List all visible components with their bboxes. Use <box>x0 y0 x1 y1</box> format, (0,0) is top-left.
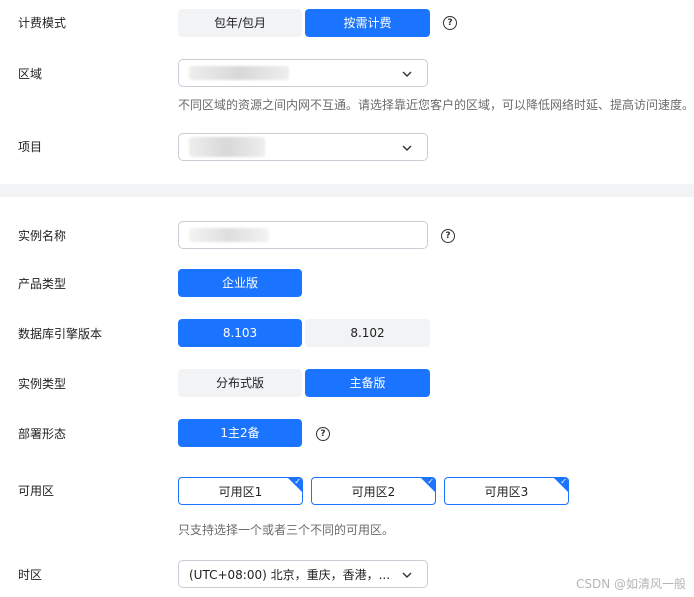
instance-name-label: 实例名称 <box>18 229 67 243</box>
instance-type-option-distributed[interactable]: 分布式版 <box>178 369 302 397</box>
deploy-form-label: 部署形态 <box>18 427 67 441</box>
instance-name-value-redacted <box>189 228 269 242</box>
zone-option-1[interactable]: 可用区1 ✓ <box>178 477 303 505</box>
billing-option-yearly-monthly[interactable]: 包年/包月 <box>178 9 302 37</box>
timezone-select[interactable]: (UTC+08:00) 北京，重庆，香港，... <box>178 560 428 588</box>
zone-option-3-label: 可用区3 <box>484 484 529 499</box>
engine-version-option-8102[interactable]: 8.102 <box>305 319 430 347</box>
section-divider <box>0 184 694 197</box>
check-icon: ✓ <box>294 477 301 486</box>
question-circle-icon[interactable]: ? <box>441 229 455 243</box>
region-value-redacted <box>189 66 289 80</box>
region-select[interactable] <box>178 59 428 87</box>
project-value-redacted <box>189 137 265 157</box>
question-circle-icon[interactable]: ? <box>443 16 457 30</box>
deploy-form-option-1p2s[interactable]: 1主2备 <box>178 419 302 447</box>
region-hint: 不同区域的资源之间内网不互通。请选择靠近您客户的区域，可以降低网络时延、提高访问… <box>178 98 694 112</box>
project-label: 项目 <box>18 140 43 154</box>
availability-zone-label: 可用区 <box>18 484 55 498</box>
timezone-value: (UTC+08:00) 北京，重庆，香港，... <box>189 567 389 582</box>
engine-version-label: 数据库引擎版本 <box>18 327 103 341</box>
zone-option-3[interactable]: 可用区3 ✓ <box>444 477 569 505</box>
timezone-label: 时区 <box>18 568 43 582</box>
project-select[interactable] <box>178 133 428 161</box>
instance-config-form: 计费模式 包年/包月 按需计费 ? 区域 不同区域的资源之间内网不互通。请选择靠… <box>0 0 694 597</box>
instance-name-input[interactable] <box>178 221 428 249</box>
check-icon: ✓ <box>427 477 434 486</box>
instance-type-option-primary-standby[interactable]: 主备版 <box>305 369 430 397</box>
check-icon: ✓ <box>560 477 567 486</box>
availability-zone-hint: 只支持选择一个或者三个不同的可用区。 <box>178 523 395 537</box>
instance-type-label: 实例类型 <box>18 377 67 391</box>
zone-option-2-label: 可用区2 <box>351 484 396 499</box>
product-type-label: 产品类型 <box>18 277 67 291</box>
chevron-down-icon <box>402 71 412 77</box>
zone-option-2[interactable]: 可用区2 ✓ <box>311 477 436 505</box>
chevron-down-icon <box>402 145 412 151</box>
question-circle-icon[interactable]: ? <box>316 427 330 441</box>
billing-option-pay-per-use[interactable]: 按需计费 <box>305 9 430 37</box>
zone-option-1-label: 可用区1 <box>218 484 263 499</box>
engine-version-option-8103[interactable]: 8.103 <box>178 319 302 347</box>
chevron-down-icon <box>402 572 412 578</box>
billing-mode-label: 计费模式 <box>18 16 67 30</box>
watermark: CSDN @如清风一般 <box>575 577 686 591</box>
region-label: 区域 <box>18 67 43 81</box>
product-type-option-enterprise[interactable]: 企业版 <box>178 269 302 297</box>
